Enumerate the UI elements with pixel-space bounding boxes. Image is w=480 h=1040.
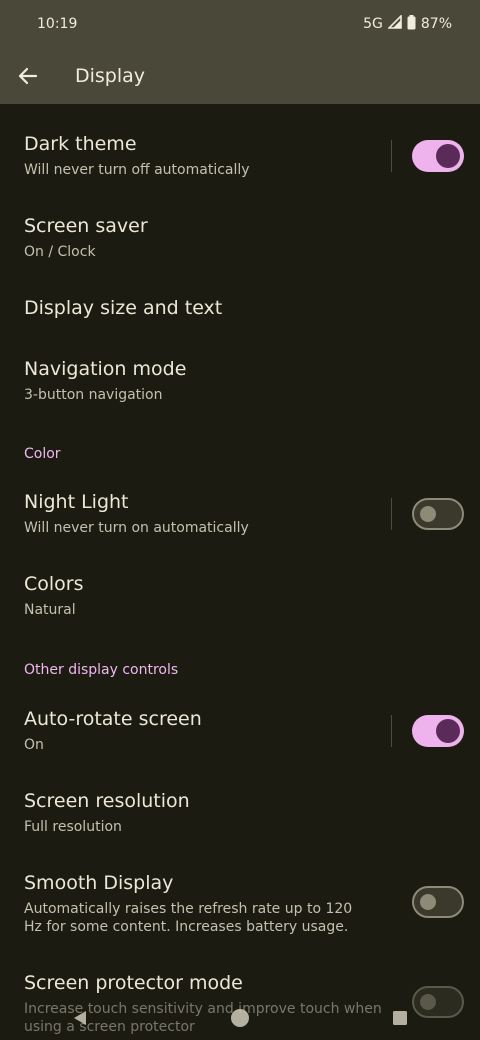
system-nav-bar bbox=[0, 996, 480, 1040]
switch-divider bbox=[391, 140, 392, 172]
navigation-mode-summary: 3-button navigation bbox=[24, 387, 163, 403]
screen-saver-summary: On / Clock bbox=[24, 244, 96, 260]
nav-recents-icon[interactable] bbox=[370, 996, 430, 1040]
smooth-display-item[interactable]: Smooth Display Automatically raises the … bbox=[0, 858, 480, 958]
display-size-item[interactable]: Display size and text bbox=[0, 280, 480, 350]
network-label: 5G bbox=[363, 16, 383, 32]
dark-theme-item[interactable]: Dark theme Will never turn off automatic… bbox=[0, 104, 480, 198]
auto-rotate-title: Auto-rotate screen bbox=[24, 708, 202, 730]
screen-resolution-summary: Full resolution bbox=[24, 819, 122, 835]
screen-resolution-item[interactable]: Screen resolution Full resolution bbox=[0, 776, 480, 858]
switch-thumb bbox=[436, 719, 460, 743]
screen-saver-title: Screen saver bbox=[24, 215, 148, 237]
colors-summary: Natural bbox=[24, 602, 76, 618]
settings-list: Dark theme Will never turn off automatic… bbox=[0, 104, 480, 1040]
colors-item[interactable]: Colors Natural bbox=[0, 558, 480, 640]
battery-percent: 87% bbox=[420, 16, 452, 32]
nav-back-icon[interactable] bbox=[50, 996, 110, 1040]
smooth-display-title: Smooth Display bbox=[24, 872, 174, 894]
screen-saver-item[interactable]: Screen saver On / Clock bbox=[0, 198, 480, 280]
dark-theme-summary: Will never turn off automatically bbox=[24, 162, 250, 178]
navigation-mode-title: Navigation mode bbox=[24, 358, 187, 380]
signal-icon bbox=[386, 14, 402, 33]
auto-rotate-summary: On bbox=[24, 737, 44, 753]
auto-rotate-item[interactable]: Auto-rotate screen On bbox=[0, 694, 480, 776]
switch-thumb bbox=[436, 144, 460, 168]
night-light-title: Night Light bbox=[24, 491, 129, 513]
switch-thumb bbox=[420, 506, 436, 522]
smooth-display-summary: Automatically raises the refresh rate up… bbox=[24, 901, 353, 935]
other-controls-section-header: Other display controls bbox=[24, 662, 179, 678]
display-size-title: Display size and text bbox=[24, 297, 223, 319]
night-light-switch[interactable] bbox=[412, 498, 464, 530]
switch-divider bbox=[391, 498, 392, 530]
screen-protector-title: Screen protector mode bbox=[24, 972, 243, 994]
switch-thumb bbox=[420, 894, 436, 910]
page-title: Display bbox=[75, 65, 146, 87]
color-section-header: Color bbox=[24, 446, 61, 462]
app-bar: Display bbox=[0, 48, 480, 104]
colors-title: Colors bbox=[24, 573, 84, 595]
switch-divider bbox=[391, 715, 392, 747]
night-light-summary: Will never turn on automatically bbox=[24, 520, 249, 536]
status-time: 10:19 bbox=[37, 16, 78, 32]
nav-home-icon[interactable] bbox=[210, 996, 270, 1040]
navigation-mode-item[interactable]: Navigation mode 3-button navigation bbox=[0, 350, 480, 432]
status-bar: 10:19 5G 87% bbox=[0, 0, 480, 48]
back-arrow-icon[interactable] bbox=[0, 48, 56, 104]
dark-theme-switch[interactable] bbox=[412, 140, 464, 172]
auto-rotate-switch[interactable] bbox=[412, 715, 464, 747]
status-icons: 5G 87% bbox=[363, 14, 452, 34]
night-light-item[interactable]: Night Light Will never turn on automatic… bbox=[0, 476, 480, 558]
dark-theme-title: Dark theme bbox=[24, 133, 137, 155]
smooth-display-switch[interactable] bbox=[412, 886, 464, 918]
battery-icon bbox=[407, 14, 416, 34]
screen-resolution-title: Screen resolution bbox=[24, 790, 190, 812]
